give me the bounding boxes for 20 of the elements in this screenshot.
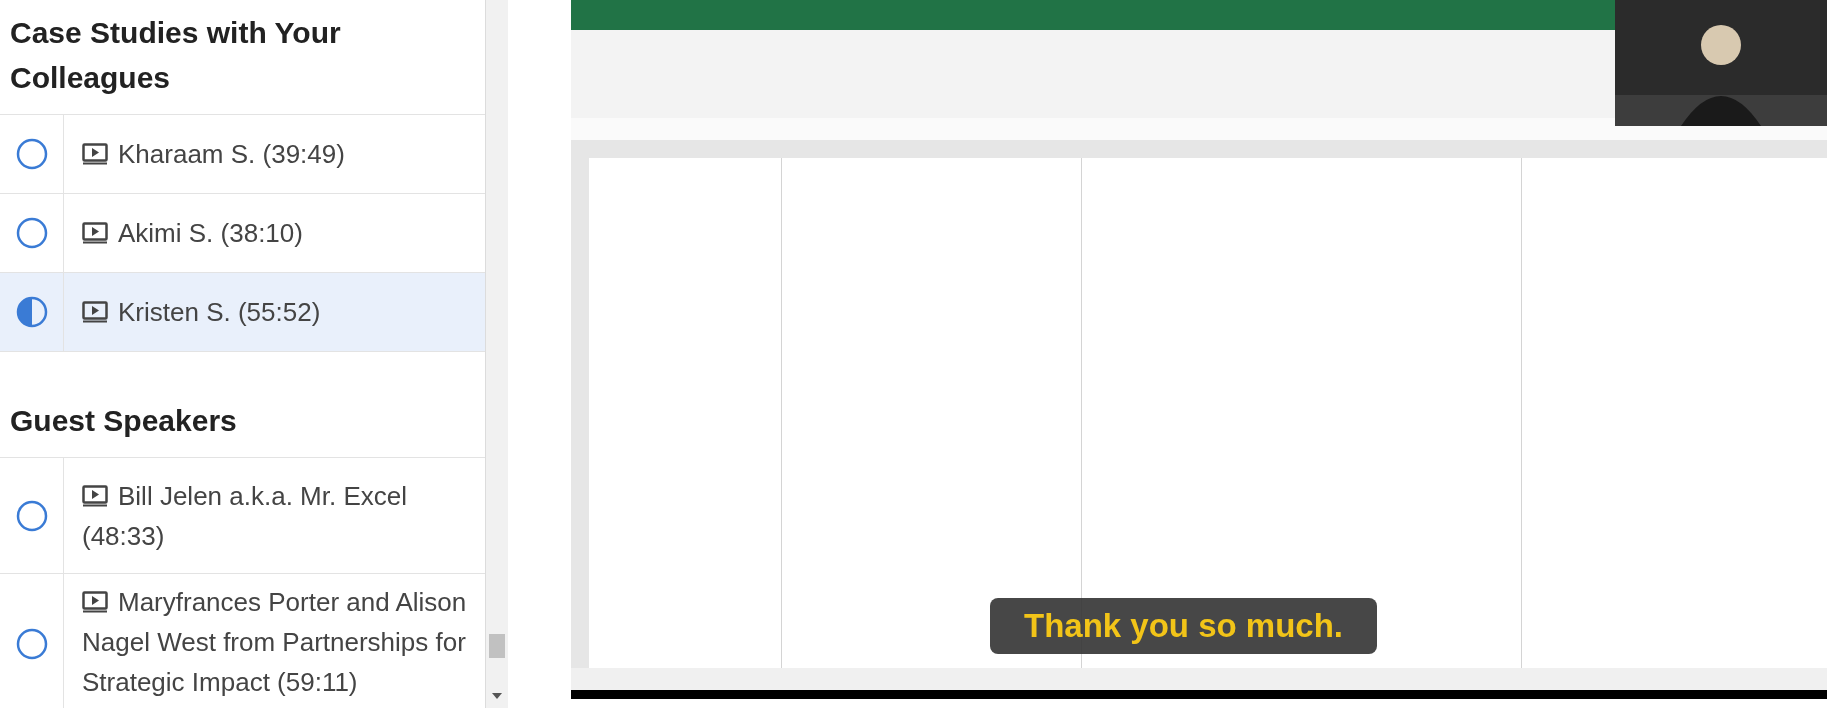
section-heading: Guest Speakers [10, 403, 238, 439]
lesson-row[interactable]: Bill Jelen a.k.a. Mr. Excel (48:33) [0, 458, 485, 574]
video-lesson-icon [82, 301, 108, 323]
scroll-down-icon[interactable] [492, 692, 502, 700]
lesson-title[interactable]: Maryfrances Porter and Alison Nagel West from Partnerships for Strategic Impact (59:11) [82, 582, 477, 702]
lesson-title[interactable]: Bill Jelen a.k.a. Mr. Excel (48:33) [82, 475, 477, 556]
video-lesson-icon [82, 484, 108, 507]
video-lesson-icon [82, 143, 108, 165]
lesson-row[interactable]: Kharaam S. (39:49) [0, 115, 485, 194]
section-heading: Case Studies with Your Colleagues [10, 15, 342, 96]
video-lesson-icon [82, 591, 108, 613]
lesson-row[interactable]: Akimi S. (38:10) [0, 194, 485, 273]
lesson-title[interactable]: Akimi S. (38:10) [82, 213, 303, 253]
scrollbar-thumb[interactable] [489, 634, 505, 658]
lesson-title[interactable]: Kristen S. (55:52) [82, 292, 321, 332]
video-lesson-icon [82, 222, 108, 244]
video-caption: Thank you so much. [990, 598, 1378, 654]
lesson-title[interactable]: Kharaam S. (39:49) [82, 134, 345, 174]
selected-lesson-row[interactable]: Kristen S. (55:52) [0, 273, 485, 352]
scrollbar[interactable] [486, 0, 508, 708]
